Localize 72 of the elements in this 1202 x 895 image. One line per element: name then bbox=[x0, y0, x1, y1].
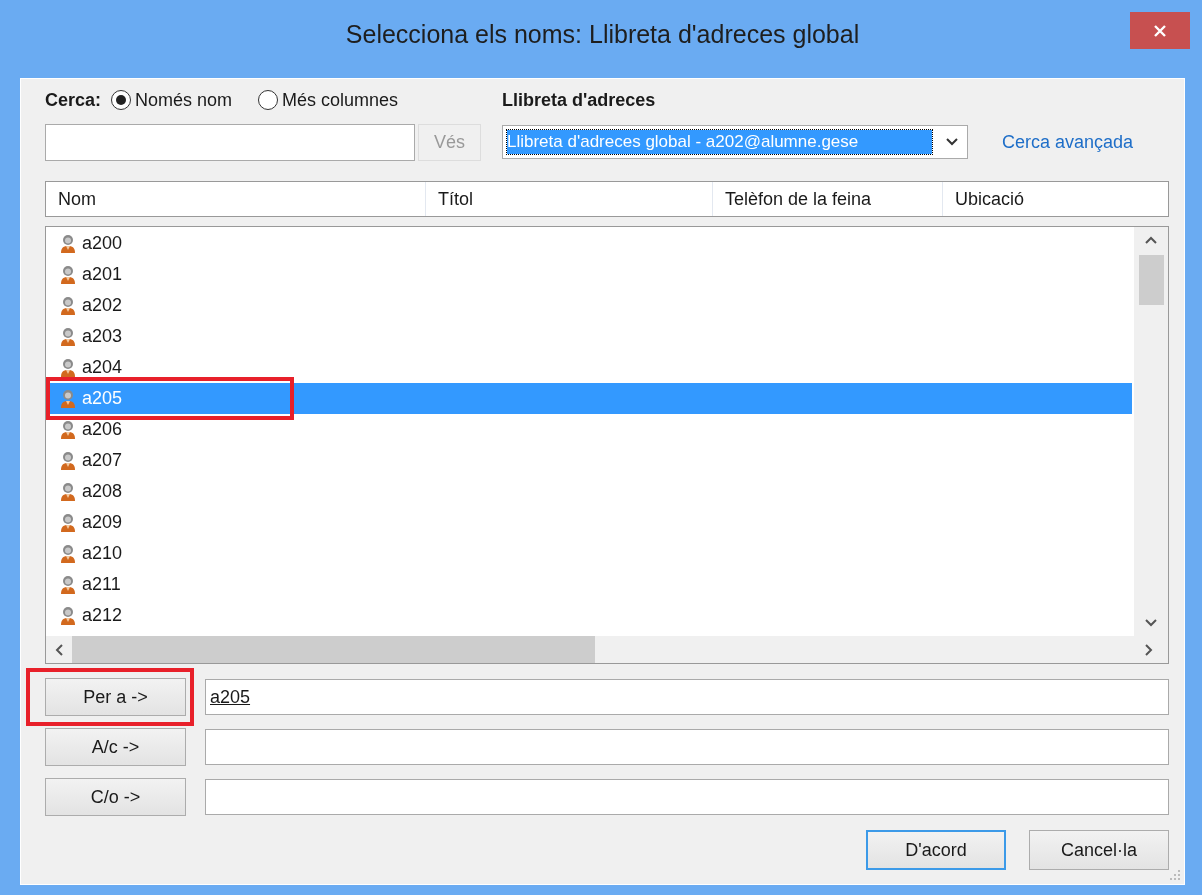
contact-row[interactable]: a201 bbox=[49, 259, 1132, 290]
scroll-down-icon bbox=[1144, 618, 1158, 628]
recipient-field[interactable] bbox=[205, 729, 1169, 765]
address-book-label: Llibreta d'adreces bbox=[502, 89, 656, 110]
contact-row[interactable]: a200 bbox=[49, 228, 1132, 259]
contact-name: a209 bbox=[82, 512, 123, 533]
contact-name: a206 bbox=[82, 419, 123, 440]
contact-name: a204 bbox=[82, 357, 123, 378]
contact-name: a207 bbox=[82, 450, 123, 471]
person-icon bbox=[60, 388, 76, 409]
vertical-scrollbar[interactable] bbox=[1134, 227, 1168, 636]
contact-row[interactable]: a208 bbox=[49, 476, 1132, 507]
scroll-left-icon bbox=[54, 642, 64, 657]
person-icon bbox=[60, 326, 76, 347]
recipient-button[interactable]: Per a -> bbox=[45, 678, 186, 716]
contact-name: a203 bbox=[82, 326, 123, 347]
contact-name: a202 bbox=[82, 295, 123, 316]
contact-name: a208 bbox=[82, 481, 123, 502]
contact-name: a210 bbox=[82, 543, 123, 564]
contact-row[interactable]: a204 bbox=[49, 352, 1132, 383]
dialog-button[interactable]: D'acord bbox=[866, 830, 1006, 870]
contact-row[interactable]: a207 bbox=[49, 445, 1132, 476]
close-button[interactable] bbox=[1130, 12, 1190, 49]
person-icon bbox=[60, 574, 76, 595]
person-icon bbox=[60, 264, 76, 285]
search-mode-radio[interactable]: Només nom bbox=[111, 89, 233, 111]
dialog-button[interactable]: Cancel·la bbox=[1029, 830, 1169, 870]
search-mode-radio[interactable]: Més columnes bbox=[258, 89, 399, 111]
column-header[interactable]: Nom bbox=[46, 182, 426, 216]
contact-row[interactable]: a202 bbox=[49, 290, 1132, 321]
person-icon bbox=[60, 481, 76, 502]
window-title: Selecciona els noms: Llibreta d'adreces global bbox=[345, 19, 860, 49]
horizontal-scrollbar[interactable] bbox=[46, 636, 1168, 663]
search-field[interactable] bbox=[45, 123, 415, 161]
contact-row[interactable]: a209 bbox=[49, 507, 1132, 538]
advanced-search-link[interactable]: Cerca avançada bbox=[1002, 131, 1134, 153]
contact-row[interactable]: a212 bbox=[49, 600, 1132, 631]
person-icon bbox=[60, 543, 76, 564]
chevron-down-icon bbox=[945, 137, 959, 147]
scroll-thumb[interactable] bbox=[72, 636, 595, 663]
person-icon bbox=[60, 419, 76, 440]
contact-name: a200 bbox=[82, 233, 123, 254]
search-label: Cerca: bbox=[45, 89, 102, 111]
person-icon bbox=[60, 357, 76, 378]
resize-grip-icon bbox=[1168, 868, 1182, 882]
person-icon bbox=[60, 295, 76, 316]
person-icon bbox=[60, 512, 76, 533]
contact-name: a201 bbox=[82, 264, 123, 285]
person-icon bbox=[60, 450, 76, 471]
scroll-up-icon bbox=[1144, 235, 1158, 245]
column-header[interactable]: Títol bbox=[426, 182, 713, 216]
recipient-button[interactable]: C/o -> bbox=[45, 778, 186, 816]
contact-row[interactable]: a210 bbox=[49, 538, 1132, 569]
recipient-field[interactable]: a205 bbox=[205, 679, 1169, 715]
scroll-thumb[interactable] bbox=[1138, 255, 1164, 305]
recipient-button[interactable]: A/c -> bbox=[45, 728, 186, 766]
recipient-field[interactable] bbox=[205, 779, 1169, 815]
person-icon bbox=[60, 605, 76, 626]
contact-row[interactable]: a211 bbox=[49, 569, 1132, 600]
contact-name: a205 bbox=[82, 388, 123, 409]
column-header[interactable]: Telèfon de la feina bbox=[713, 182, 943, 216]
contact-row[interactable]: a206 bbox=[49, 414, 1132, 445]
contact-row[interactable]: a203 bbox=[49, 321, 1132, 352]
close-icon bbox=[1152, 22, 1168, 39]
recipient-name: a205 bbox=[210, 686, 251, 708]
contact-name: a211 bbox=[82, 574, 121, 595]
person-icon bbox=[60, 233, 76, 254]
scroll-right-icon bbox=[1144, 642, 1154, 657]
radio-circle[interactable] bbox=[111, 90, 132, 110]
radio-circle[interactable] bbox=[258, 90, 279, 110]
column-header[interactable]: Ubicació bbox=[943, 182, 1025, 216]
contact-name: a212 bbox=[82, 605, 123, 626]
